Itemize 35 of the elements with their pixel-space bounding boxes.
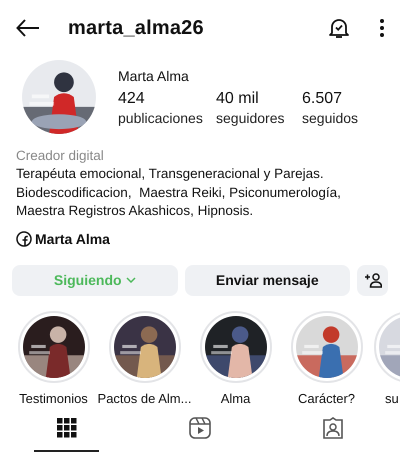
facebook-link[interactable]: Marta Alma: [35, 230, 110, 246]
highlight-ring[interactable]: [18, 310, 90, 382]
highlight-label: Pactos de Alm...: [98, 390, 192, 406]
stat-value: 40 mil: [216, 90, 260, 108]
profile-name: Marta Alma: [118, 68, 190, 84]
tagged-person-icon: [322, 416, 344, 438]
bio-text: Maestra Registros Akashicos, Hipnosis.: [16, 202, 254, 220]
stat-label: seguidores: [216, 110, 286, 126]
more-options-button[interactable]: [380, 19, 384, 37]
facebook-icon: [16, 230, 32, 246]
highlight-label: Alma: [220, 390, 250, 406]
grid-icon: [56, 418, 77, 438]
back-button[interactable]: [16, 19, 40, 37]
stat-label: publicaciones: [118, 110, 204, 126]
category-label: Creador digital: [16, 147, 105, 165]
reels-icon: [188, 416, 211, 438]
more-vertical-icon: [380, 19, 384, 37]
message-button[interactable]: Enviar mensaje: [184, 264, 350, 296]
highlight-label: su: [384, 390, 399, 406]
chevron-down-icon: [126, 277, 136, 283]
stat-value: 424: [118, 90, 146, 108]
bio-text: Biodescodificacion, Maestra Reiki, Psiconumerología,: [16, 184, 342, 202]
highlight-label: Carácter?: [298, 390, 356, 406]
stat-label: seguidos: [302, 110, 360, 126]
highlight-label: Testimonios: [19, 390, 88, 406]
suggest-people-button[interactable]: [357, 264, 388, 296]
highlight-ring[interactable]: [108, 310, 180, 382]
stat-value: 6.507: [302, 90, 344, 108]
bio-text: Terapéuta emocional, Transgeneracional y Parejas.: [16, 165, 325, 183]
add-person-icon: [364, 272, 382, 288]
username-title: marta_alma26: [68, 16, 205, 40]
highlight-ring[interactable]: [200, 310, 272, 382]
back-arrow-icon: [16, 19, 40, 37]
notification-button[interactable]: [328, 17, 350, 39]
bell-check-icon: [328, 17, 350, 39]
